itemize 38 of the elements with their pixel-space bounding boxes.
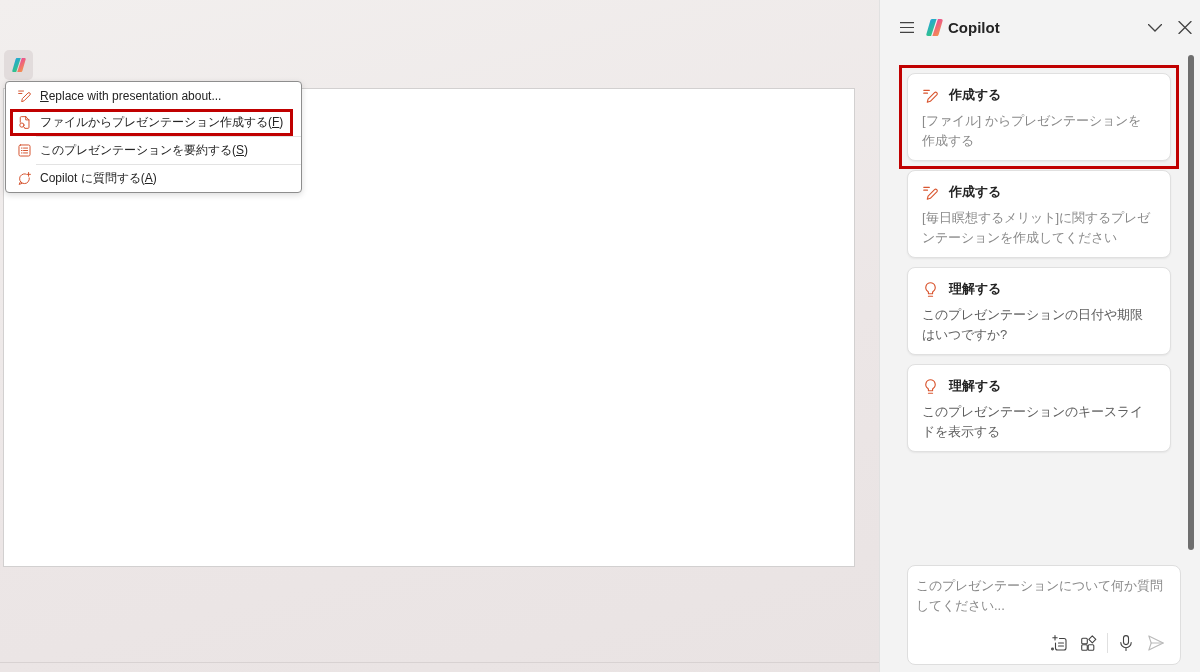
card-title: 作成する	[949, 183, 1001, 201]
microphone-icon	[1118, 635, 1134, 651]
menu-item[interactable]: Replace with presentation about...	[6, 82, 302, 109]
copilot-logo-icon	[926, 19, 943, 36]
send-icon	[1148, 635, 1164, 651]
pencil-lines-icon	[923, 184, 938, 200]
document-search-icon	[18, 116, 31, 129]
card-title: 理解する	[949, 377, 1001, 395]
card-text: このプレゼンテーションの日付や期限はいつですか?	[922, 306, 1144, 344]
menu-item[interactable]: Copilot に質問する(A)	[6, 165, 302, 192]
pencil-lines-icon	[18, 89, 31, 102]
menu-item[interactable]: ファイルからプレゼンテーション作成する(F)	[6, 109, 302, 136]
list-icon	[18, 144, 31, 157]
card-title: 作成する	[949, 86, 1001, 104]
card-text: [ファイル] からプレゼンテーションを作成する	[922, 112, 1142, 150]
prompt-card[interactable]: 理解する このプレゼンテーションの日付や期限はいつですか?	[907, 267, 1171, 355]
menu-icon	[900, 21, 914, 34]
sparkle-notes-icon	[1051, 635, 1067, 651]
chevron-down-icon	[1148, 23, 1162, 32]
lightbulb-icon	[923, 378, 938, 394]
prompt-card[interactable]: 作成する [毎日瞑想するメリット]に関するプレゼンテーションを作成してください	[907, 170, 1171, 258]
apps-icon	[1081, 635, 1097, 651]
card-text: このプレゼンテーションのキースライドを表示する	[922, 403, 1144, 441]
copilot-logo-icon	[11, 58, 26, 72]
message-input[interactable]: このプレゼンテーションについて何か質問してください...	[908, 566, 1180, 628]
card-text: [毎日瞑想するメリット]に関するプレゼンテーションを作成してください	[922, 209, 1152, 247]
scrollbar-thumb[interactable]	[1188, 55, 1194, 550]
close-icon	[1178, 21, 1192, 34]
copilot-button[interactable]	[4, 50, 33, 80]
chat-sparkle-icon	[18, 172, 31, 185]
menu-item[interactable]: このプレゼンテーションを要約する(S)	[6, 137, 302, 164]
card-title: 理解する	[949, 280, 1001, 298]
message-composer[interactable]: このプレゼンテーションについて何か質問してください...	[907, 565, 1181, 665]
prompt-card[interactable]: 理解する このプレゼンテーションのキースライドを表示する	[907, 364, 1171, 452]
lightbulb-icon	[923, 281, 938, 297]
pane-title: Copilot	[948, 19, 1000, 36]
prompt-card[interactable]: 作成する [ファイル] からプレゼンテーションを作成する	[907, 73, 1171, 161]
pencil-lines-icon	[923, 87, 938, 103]
